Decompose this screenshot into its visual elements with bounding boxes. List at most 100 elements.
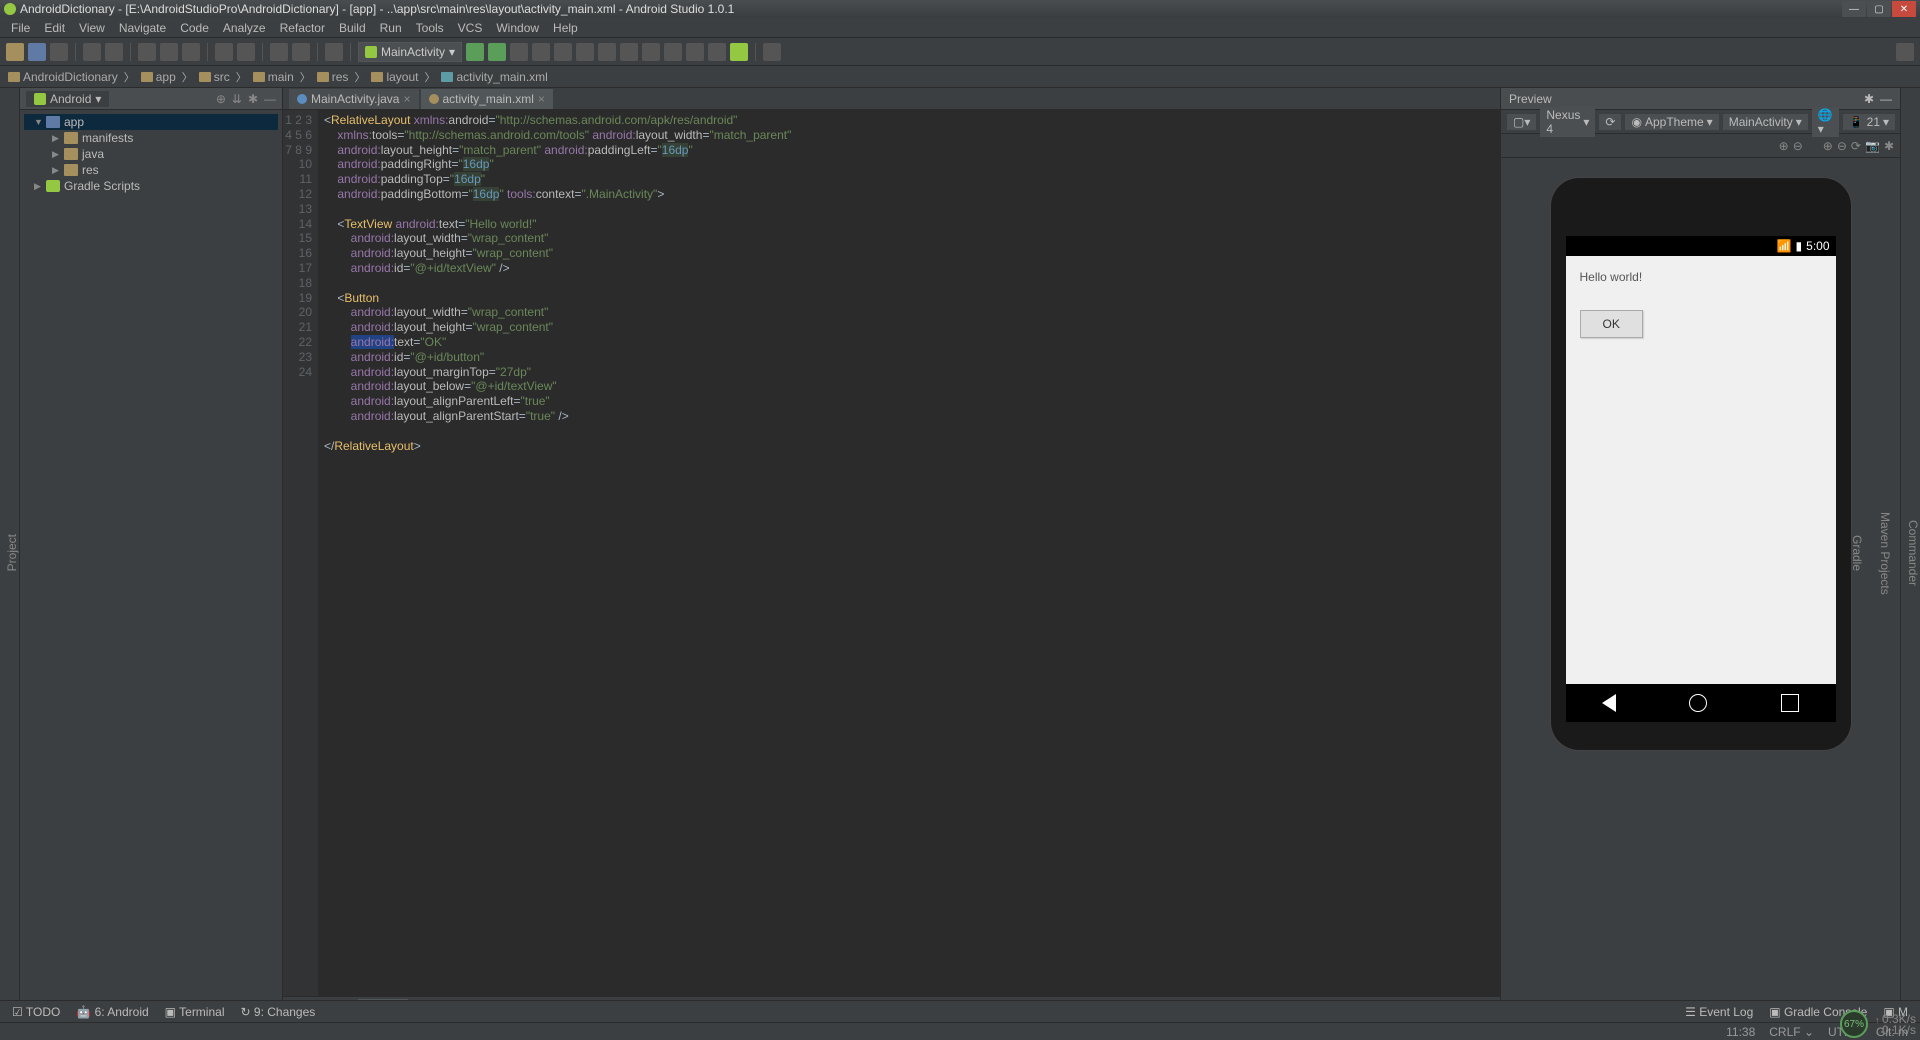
gutter-project[interactable]: Project bbox=[5, 534, 19, 571]
bc-file[interactable]: activity_main.xml bbox=[441, 70, 547, 84]
gutter-commander[interactable]: Commander bbox=[1906, 520, 1920, 586]
preview-settings-icon[interactable]: ✱ bbox=[1864, 92, 1874, 106]
redo-icon[interactable] bbox=[105, 43, 123, 61]
bc-root[interactable]: AndroidDictionary bbox=[8, 70, 118, 84]
breadcrumb: AndroidDictionary〉 app〉 src〉 main〉 res〉 … bbox=[0, 66, 1920, 88]
android-tab[interactable]: 🤖 6: Android bbox=[76, 1005, 148, 1019]
settings-icon[interactable]: ✱ bbox=[248, 92, 258, 106]
minimize-button[interactable]: — bbox=[1842, 1, 1866, 17]
menu-file[interactable]: File bbox=[4, 21, 37, 35]
replace-icon[interactable] bbox=[237, 43, 255, 61]
tree-gradle[interactable]: ▶Gradle Scripts bbox=[24, 178, 278, 194]
gradle-icon[interactable] bbox=[664, 43, 682, 61]
line-ending[interactable]: CRLF ⌄ bbox=[1769, 1025, 1814, 1039]
gutter-gradle[interactable]: Gradle bbox=[1850, 535, 1864, 571]
structure-icon[interactable] bbox=[686, 43, 704, 61]
bc-app[interactable]: app bbox=[141, 70, 176, 84]
device-select[interactable]: ▢▾ bbox=[1507, 114, 1536, 130]
changes-tab[interactable]: ↻ 9: Changes bbox=[241, 1005, 316, 1019]
zoom-out-icon[interactable]: ⊖ bbox=[1793, 139, 1803, 153]
back-icon[interactable] bbox=[270, 43, 288, 61]
sdk-icon[interactable] bbox=[576, 43, 594, 61]
tree-res[interactable]: ▶res bbox=[24, 162, 278, 178]
back-nav-icon[interactable] bbox=[1602, 694, 1616, 712]
attach-debugger-icon[interactable] bbox=[510, 43, 528, 61]
code-area[interactable]: 1 2 3 4 5 6 7 8 9 10 11 12 13 14 15 16 1… bbox=[283, 110, 1500, 996]
cut-icon[interactable] bbox=[138, 43, 156, 61]
preview-hide-icon[interactable]: — bbox=[1880, 92, 1892, 106]
eventlog-tab[interactable]: ☰ Event Log bbox=[1685, 1005, 1753, 1019]
forward-icon[interactable] bbox=[292, 43, 310, 61]
avd-icon[interactable] bbox=[554, 43, 572, 61]
build-icon[interactable] bbox=[325, 43, 343, 61]
menu-edit[interactable]: Edit bbox=[37, 21, 72, 35]
menu-build[interactable]: Build bbox=[332, 21, 373, 35]
screenshot-icon[interactable]: 📷 bbox=[1865, 139, 1880, 153]
gutter-maven[interactable]: Maven Projects bbox=[1878, 512, 1892, 595]
refresh-icon[interactable] bbox=[642, 43, 660, 61]
menu-navigate[interactable]: Navigate bbox=[112, 21, 173, 35]
zoom-actual-icon[interactable]: ⊖ bbox=[1837, 139, 1847, 153]
android-icon[interactable] bbox=[730, 43, 748, 61]
paste-icon[interactable] bbox=[182, 43, 200, 61]
run-config-select[interactable]: MainActivity ▾ bbox=[358, 42, 462, 62]
menu-code[interactable]: Code bbox=[173, 21, 216, 35]
locale-select[interactable]: 🌐▾ bbox=[1812, 107, 1839, 137]
nexus-select[interactable]: Nexus 4▾ bbox=[1540, 107, 1595, 137]
copy-icon[interactable] bbox=[160, 43, 178, 61]
find-icon[interactable] bbox=[215, 43, 233, 61]
open-icon[interactable] bbox=[6, 43, 24, 61]
refresh-preview-icon[interactable]: ⟳ bbox=[1851, 139, 1861, 153]
zoom-fit-icon[interactable]: ⊕ bbox=[1823, 139, 1833, 153]
code-content[interactable]: <RelativeLayout xmlns:android="http://sc… bbox=[318, 110, 1500, 996]
todo-tab[interactable]: ☑ TODO bbox=[12, 1005, 60, 1019]
run-icon[interactable] bbox=[466, 43, 484, 61]
debug-icon[interactable] bbox=[488, 43, 506, 61]
bc-src[interactable]: src bbox=[199, 70, 230, 84]
sync-icon[interactable] bbox=[50, 43, 68, 61]
bc-res[interactable]: res bbox=[317, 70, 349, 84]
project-view-select[interactable]: Android ▾ bbox=[26, 91, 109, 107]
restart-icon[interactable] bbox=[620, 43, 638, 61]
save-icon[interactable] bbox=[28, 43, 46, 61]
orientation-icon[interactable]: ⟳ bbox=[1599, 114, 1621, 130]
menu-run[interactable]: Run bbox=[373, 21, 409, 35]
close-button[interactable]: ✕ bbox=[1892, 1, 1916, 17]
undo-icon[interactable] bbox=[83, 43, 101, 61]
search-icon[interactable] bbox=[1896, 43, 1914, 61]
ok-button[interactable]: OK bbox=[1580, 310, 1643, 338]
memory-indicator[interactable]: 67% bbox=[1840, 1010, 1868, 1038]
tab-activity-main[interactable]: activity_main.xml × bbox=[421, 89, 553, 109]
menu-view[interactable]: View bbox=[72, 21, 112, 35]
zoom-in-icon[interactable]: ⊕ bbox=[1779, 139, 1789, 153]
tree-java[interactable]: ▶java bbox=[24, 146, 278, 162]
home-nav-icon[interactable] bbox=[1689, 694, 1707, 712]
scroll-from-source-icon[interactable]: ⊕ bbox=[216, 92, 226, 106]
hide-icon[interactable]: — bbox=[264, 92, 276, 106]
help-icon[interactable] bbox=[763, 43, 781, 61]
tab-mainactivity[interactable]: MainActivity.java × bbox=[289, 89, 419, 109]
menu-window[interactable]: Window bbox=[489, 21, 546, 35]
recent-nav-icon[interactable] bbox=[1781, 694, 1799, 712]
menu-tools[interactable]: Tools bbox=[409, 21, 451, 35]
tree-manifests[interactable]: ▶manifests bbox=[24, 130, 278, 146]
menu-refactor[interactable]: Refactor bbox=[273, 21, 332, 35]
maximize-button[interactable]: ▢ bbox=[1867, 1, 1891, 17]
activity-select[interactable]: MainActivity▾ bbox=[1723, 114, 1808, 130]
assist-icon[interactable] bbox=[708, 43, 726, 61]
collapse-icon[interactable]: ⇊ bbox=[232, 92, 242, 106]
theme-select[interactable]: ◉AppTheme▾ bbox=[1625, 114, 1718, 130]
bc-layout[interactable]: layout bbox=[371, 70, 418, 84]
menu-vcs[interactable]: VCS bbox=[451, 21, 490, 35]
terminal-tab[interactable]: ▣ Terminal bbox=[165, 1005, 225, 1019]
tree-app[interactable]: ▼app bbox=[24, 114, 278, 130]
monitor-icon[interactable] bbox=[598, 43, 616, 61]
device-frame-container: 📶 ▮ 5:00 Hello world! OK bbox=[1501, 158, 1900, 1018]
line-gutter: 1 2 3 4 5 6 7 8 9 10 11 12 13 14 15 16 1… bbox=[283, 110, 318, 996]
stop-icon[interactable] bbox=[532, 43, 550, 61]
menu-analyze[interactable]: Analyze bbox=[216, 21, 273, 35]
menu-help[interactable]: Help bbox=[546, 21, 585, 35]
preview-gear-icon[interactable]: ✱ bbox=[1884, 139, 1894, 153]
bc-main[interactable]: main bbox=[253, 70, 294, 84]
api-select[interactable]: 📱21▾ bbox=[1843, 114, 1895, 130]
